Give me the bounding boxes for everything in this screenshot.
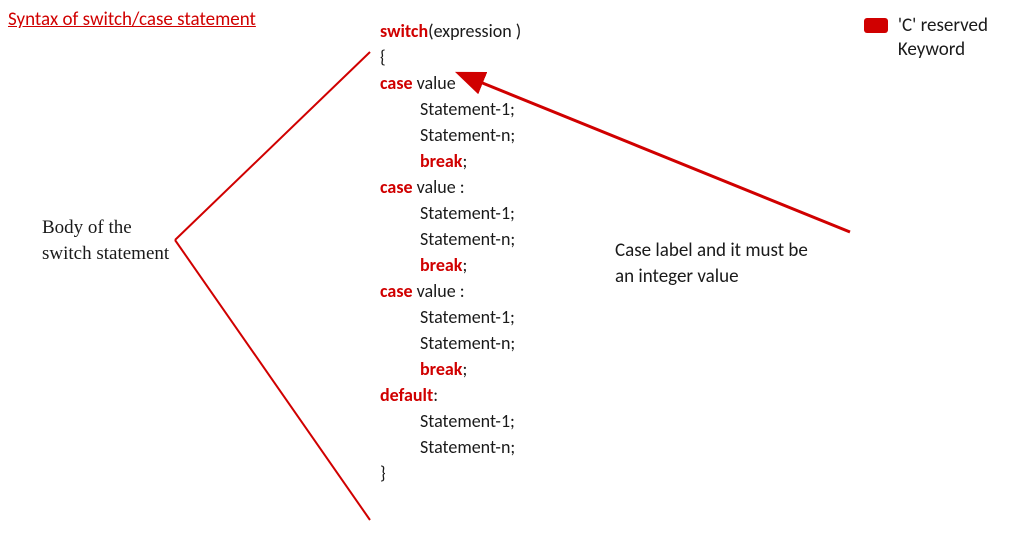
stmt-line: Statement-1; — [380, 408, 521, 434]
code-line-brace-close: } — [380, 460, 521, 486]
colon: : — [456, 280, 465, 302]
stmt-line: Statement-n; — [380, 434, 521, 460]
stmt-line: Statement-n; — [380, 122, 521, 148]
stmt-line: Statement-n; — [380, 330, 521, 356]
keyword-break: break — [420, 254, 462, 276]
code-line-brace-open: { — [380, 44, 521, 70]
keyword-switch: switch — [380, 20, 428, 42]
body-label-line2: switch statement — [42, 241, 169, 267]
case-2-line: case value : — [380, 174, 521, 200]
body-label-line1: Body of the — [42, 215, 169, 241]
case-value-text: value — [413, 176, 456, 198]
stmt-1: Statement-1; — [420, 202, 515, 224]
legend-line1: 'C' reserved — [898, 14, 988, 38]
stmt-n: Statement-n; — [420, 124, 515, 146]
stmt-1: Statement-1; — [420, 410, 515, 432]
default-line: default: — [380, 382, 521, 408]
stmt-line: Statement-n; — [380, 226, 521, 252]
break-line: break; — [380, 148, 521, 174]
legend: 'C' reserved Keyword — [864, 14, 988, 62]
default-colon: : — [433, 384, 438, 406]
diagram-title: Syntax of switch/case statement — [8, 8, 256, 31]
keyword-case: case — [380, 280, 413, 302]
code-line-switch: switch(expression ) — [380, 18, 521, 44]
keyword-case: case — [380, 72, 413, 94]
case-label: Case label and it must be an integer val… — [615, 238, 808, 290]
stmt-1: Statement-1; — [420, 306, 515, 328]
body-label: Body of the switch statement — [42, 215, 169, 267]
break-line: break; — [380, 356, 521, 382]
keyword-break: break — [420, 358, 462, 380]
stmt-line: Statement-1; — [380, 96, 521, 122]
case-value-text: value — [413, 72, 456, 94]
keyword-break: break — [420, 150, 462, 172]
keyword-default: default — [380, 384, 433, 406]
stmt-line: Statement-1; — [380, 200, 521, 226]
code-block: switch(expression ) { case value Stateme… — [380, 18, 521, 486]
keyword-case: case — [380, 176, 413, 198]
stmt-1: Statement-1; — [420, 98, 515, 120]
expression-text: (expression ) — [428, 20, 521, 42]
case-label-line1: Case label and it must be — [615, 238, 808, 264]
stmt-n: Statement-n; — [420, 332, 515, 354]
semicolon: ; — [462, 254, 467, 276]
legend-swatch — [864, 18, 888, 33]
stmt-line: Statement-1; — [380, 304, 521, 330]
stmt-n: Statement-n; — [420, 436, 515, 458]
case-1-line: case value — [380, 70, 521, 96]
legend-line2: Keyword — [898, 38, 988, 62]
semicolon: ; — [462, 358, 467, 380]
legend-text: 'C' reserved Keyword — [898, 14, 988, 62]
semicolon: ; — [462, 150, 467, 172]
case-3-line: case value : — [380, 278, 521, 304]
colon: : — [456, 176, 465, 198]
stmt-n: Statement-n; — [420, 228, 515, 250]
break-line: break; — [380, 252, 521, 278]
case-value-text: value — [413, 280, 456, 302]
case-label-line2: an integer value — [615, 264, 808, 290]
